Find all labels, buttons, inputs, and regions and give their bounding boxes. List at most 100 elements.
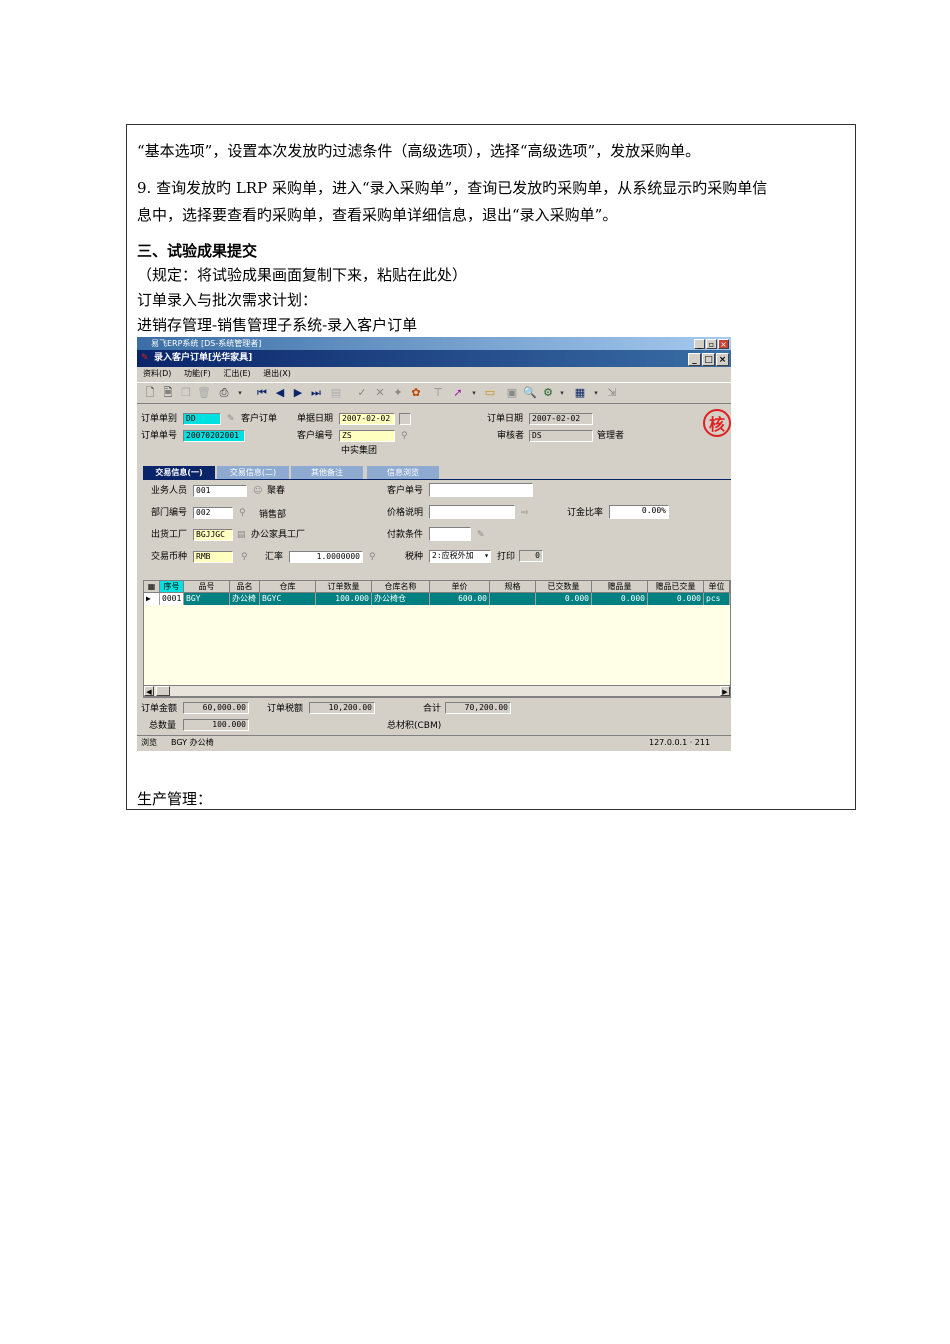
export-icon[interactable]: ⇲	[605, 386, 619, 400]
cell-item-no[interactable]: BGY	[184, 593, 230, 605]
cell-spec[interactable]	[490, 593, 536, 605]
first-record-icon[interactable]: ⏮	[255, 386, 269, 400]
menu-data[interactable]: 资料(D)	[143, 369, 171, 378]
order-type-field[interactable]: DD	[183, 413, 221, 425]
customer-no-field[interactable]: ZS	[339, 430, 395, 442]
report-icon[interactable]: ▦	[573, 386, 587, 400]
tools-dropdown-icon[interactable]: ▾	[555, 386, 569, 400]
tools-icon[interactable]: ⚙	[541, 386, 555, 400]
rate-lookup-icon[interactable]: ⚲	[369, 551, 376, 563]
col-item-no[interactable]: 品号	[184, 581, 230, 593]
folder-icon[interactable]: ▭	[483, 386, 497, 400]
inner-close-button[interactable]: ×	[716, 353, 729, 366]
tab-trade-info-1[interactable]: 交易信息(一)	[143, 466, 215, 479]
tax-select[interactable]: 2:应税外加 ▾	[429, 550, 491, 563]
confirm-icon[interactable]: ✓	[355, 386, 369, 400]
close-button[interactable]: ×	[718, 339, 729, 349]
col-delivered-qty[interactable]: 已交数量	[536, 581, 592, 593]
minimize-button[interactable]: _	[694, 339, 705, 349]
cell-item-name[interactable]: 办公椅	[230, 593, 260, 605]
sales-field[interactable]: 001	[193, 485, 247, 497]
payment-field[interactable]	[429, 527, 471, 541]
tab-info-browse[interactable]: 信息浏览	[367, 466, 439, 479]
currency-label: 交易币种	[151, 552, 188, 562]
inner-maximize-button[interactable]: □	[702, 353, 715, 366]
cust-order-field[interactable]	[429, 483, 533, 497]
currency-field[interactable]: RMB	[193, 551, 233, 563]
grid-corner-icon[interactable]: ▦	[144, 581, 160, 593]
cell-gift-delivered[interactable]: 0.000	[648, 593, 704, 605]
dept-field[interactable]: 002	[193, 507, 233, 519]
next-record-icon[interactable]: ▶	[291, 386, 305, 400]
cell-delivered-qty[interactable]: 0.000	[536, 593, 592, 605]
currency-lookup-icon[interactable]: ⚲	[241, 551, 248, 563]
erp-screenshot: 易飞ERP系统 [DS-系统管理者] _ ▫ × ✎ 录入客户订单[光华家具] _ □…	[137, 337, 731, 751]
cell-unit-price[interactable]: 600.00	[430, 593, 490, 605]
col-gift-delivered[interactable]: 赠品已交量	[648, 581, 704, 593]
factory-field[interactable]: BGJJGC	[193, 529, 233, 541]
col-spec[interactable]: 规格	[490, 581, 536, 593]
attach-icon[interactable]: ▣	[505, 386, 519, 400]
approve-icon[interactable]: ✦	[391, 386, 405, 400]
menu-exit[interactable]: 退出(X)	[263, 369, 291, 378]
col-item-name[interactable]: 品名	[230, 581, 260, 593]
price-desc-lookup-icon[interactable]: ⇨	[521, 507, 529, 519]
search-icon[interactable]: 🔍	[523, 386, 537, 400]
print-label: 打印	[497, 552, 516, 562]
horizontal-scrollbar[interactable]: ◀ ▶	[143, 685, 731, 697]
report-dropdown-icon[interactable]: ▾	[589, 386, 603, 400]
col-warehouse-name[interactable]: 仓库名称	[372, 581, 430, 593]
print-icon[interactable]: ⎙	[217, 386, 231, 400]
payment-lookup-icon[interactable]: ✎	[477, 529, 485, 541]
filter-icon[interactable]: ⊤	[431, 386, 445, 400]
rate-field[interactable]: 1.0000000	[289, 551, 363, 563]
scroll-left-icon[interactable]: ◀	[144, 686, 154, 696]
doc-date-field[interactable]: 2007-02-02	[339, 413, 395, 425]
calendar-button[interactable]	[399, 413, 411, 425]
settings-icon[interactable]: ✿	[409, 386, 423, 400]
inner-minimize-button[interactable]: _	[688, 353, 701, 366]
cancel-icon[interactable]: ✕	[373, 386, 387, 400]
cell-gift-qty[interactable]: 0.000	[592, 593, 648, 605]
menu-function[interactable]: 功能(F)	[184, 369, 211, 378]
qty-label: 总数量	[149, 721, 177, 731]
col-gift-qty[interactable]: 赠品量	[592, 581, 648, 593]
chevron-down-icon[interactable]: ▾	[484, 551, 489, 561]
new-icon[interactable]: 🗋	[143, 386, 157, 400]
customer-lookup-icon[interactable]: ⚲	[401, 430, 408, 442]
price-desc-field[interactable]	[429, 505, 515, 519]
lookup-icon[interactable]: ✎	[227, 413, 235, 425]
order-no-field[interactable]: 20070202001	[183, 430, 245, 442]
last-record-icon[interactable]: ⏭	[309, 386, 323, 400]
copy-icon[interactable]: ❐	[179, 386, 193, 400]
tab-trade-info-2[interactable]: 交易信息(二)	[217, 466, 289, 479]
cell-warehouse-name[interactable]: 办公椅仓	[372, 593, 430, 605]
transfer-dropdown-icon[interactable]: ▾	[467, 386, 481, 400]
restore-button[interactable]: ▫	[706, 339, 717, 349]
cell-seq[interactable]: 0001	[160, 593, 184, 605]
col-seq[interactable]: 序号	[160, 581, 184, 593]
tab-other-notes[interactable]: 其他备注	[291, 466, 363, 479]
window-titlebar: ✎ 录入客户订单[光华家具] _ □ ×	[137, 350, 731, 367]
menu-export[interactable]: 汇出(E)	[223, 369, 250, 378]
delete-icon[interactable]: 🗑	[197, 386, 211, 400]
print-dropdown-icon[interactable]: ▾	[233, 386, 247, 400]
scroll-right-icon[interactable]: ▶	[720, 686, 730, 696]
deposit-field[interactable]: 0.00%	[609, 505, 669, 519]
person-icon[interactable]: ☺	[253, 485, 262, 497]
col-unit[interactable]: 单位	[704, 581, 730, 593]
scroll-thumb[interactable]	[156, 686, 170, 696]
cell-warehouse[interactable]: BGYC	[260, 593, 316, 605]
preview-icon[interactable]: 🗎	[161, 386, 175, 400]
col-unit-price[interactable]: 单价	[430, 581, 490, 593]
col-warehouse[interactable]: 仓库	[260, 581, 316, 593]
transfer-icon[interactable]: ➚	[451, 386, 465, 400]
factory-lookup-icon[interactable]: ▤	[237, 529, 246, 541]
col-order-qty[interactable]: 订单数量	[316, 581, 372, 593]
prev-record-icon[interactable]: ◀	[273, 386, 287, 400]
cell-unit[interactable]: pcs	[704, 593, 730, 605]
sales-name: 聚春	[267, 486, 286, 496]
cell-order-qty[interactable]: 100.000	[316, 593, 372, 605]
dept-lookup-icon[interactable]: ⚲	[239, 507, 246, 519]
query-icon[interactable]: ▤	[329, 386, 343, 400]
